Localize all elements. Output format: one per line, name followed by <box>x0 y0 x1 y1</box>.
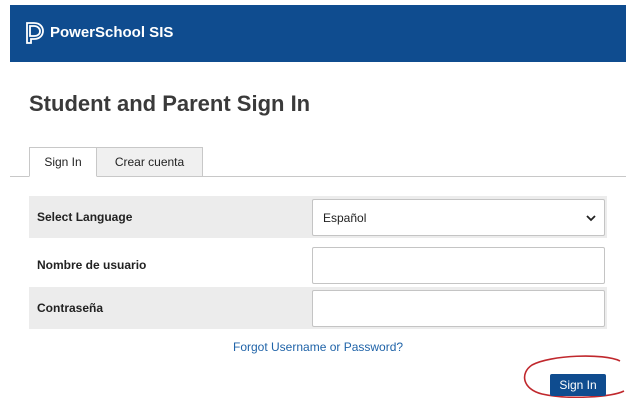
language-select[interactable]: Español <box>312 199 605 236</box>
app-name: PowerSchool SIS <box>50 24 174 41</box>
username-label: Nombre de usuario <box>37 258 147 272</box>
tab-crear-cuenta-label: Crear cuenta <box>114 155 185 169</box>
page-title: Student and Parent Sign In <box>29 91 311 116</box>
language-selected-value: Español <box>323 210 367 225</box>
page: PowerSchool SIS Student and Parent Sign … <box>0 0 626 398</box>
app-header: PowerSchool SIS <box>10 5 626 62</box>
tab-sign-in-label: Sign In <box>44 155 82 169</box>
tab-sign-in[interactable]: Sign In <box>29 147 97 177</box>
password-row: Contraseña <box>29 287 607 329</box>
language-label: Select Language <box>37 210 133 224</box>
username-row: Nombre de usuario <box>29 244 607 286</box>
sign-in-button[interactable]: Sign In <box>550 374 606 396</box>
chevron-down-icon <box>586 215 596 222</box>
password-input[interactable] <box>312 290 605 327</box>
forgot-credentials-link[interactable]: Forgot Username or Password? <box>233 340 403 354</box>
powerschool-logo-icon <box>26 22 44 44</box>
password-label: Contraseña <box>37 301 104 315</box>
sign-in-button-label: Sign In <box>559 378 597 392</box>
username-input[interactable] <box>312 247 605 284</box>
tab-crear-cuenta[interactable]: Crear cuenta <box>97 147 203 177</box>
language-row: Select Language Español <box>29 196 607 238</box>
